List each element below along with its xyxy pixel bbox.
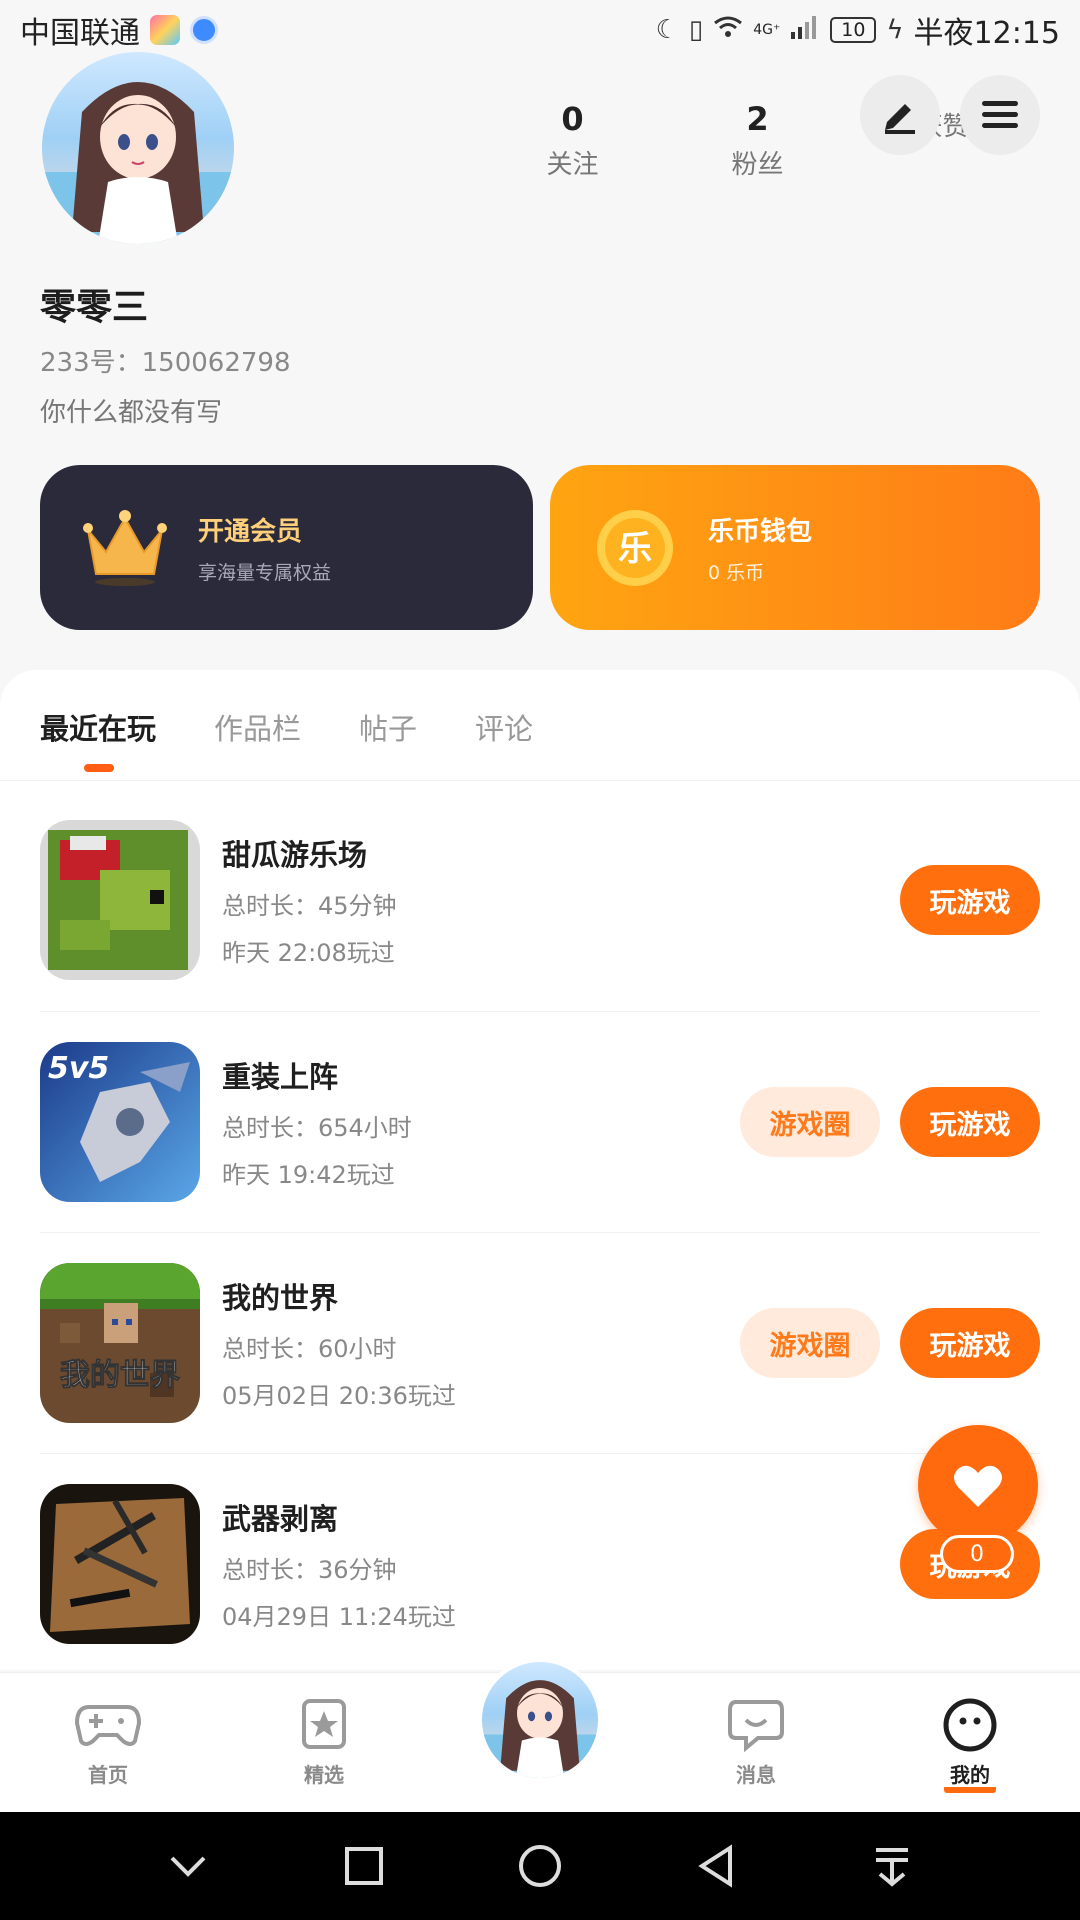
browser-notification-icon <box>190 16 218 44</box>
network-type: 4G⁺ <box>753 22 781 38</box>
tab-posts[interactable]: 帖子 <box>359 706 417 748</box>
center-avatar-button[interactable] <box>478 1658 602 1782</box>
game-duration: 总时长：654小时 <box>222 1114 412 1142</box>
clock: 半夜12:15 <box>913 16 1060 51</box>
nav-featured[interactable]: 精选 <box>264 1695 384 1788</box>
followers-label: 粉丝 <box>731 150 784 180</box>
coin-icon: 乐 <box>590 503 680 593</box>
game-duration: 总时长：45分钟 <box>222 892 397 920</box>
tab-comments[interactable]: 评论 <box>475 706 533 748</box>
game-name: 重装上阵 <box>222 1060 339 1094</box>
wifi-icon <box>713 14 743 47</box>
smile-face-icon <box>935 1695 1005 1755</box>
game-duration: 总时长：60小时 <box>222 1335 397 1363</box>
game-thumbnail <box>40 820 200 980</box>
edit-profile-button[interactable] <box>860 75 940 155</box>
back-button[interactable] <box>688 1838 744 1894</box>
menu-button[interactable] <box>960 75 1040 155</box>
profile-avatar[interactable] <box>42 52 234 244</box>
tab-divider <box>0 780 1080 781</box>
vibrate-icon: ▯ <box>688 15 704 45</box>
followers-count: 2 <box>746 100 769 138</box>
game-last-played: 05月02日 20:36玩过 <box>222 1382 456 1410</box>
chevron-down-icon[interactable] <box>160 1838 216 1894</box>
play-game-button[interactable]: 玩游戏 <box>900 1308 1040 1378</box>
following-label: 关注 <box>546 150 599 180</box>
game-row[interactable]: 5v5 重装上阵 总时长：654小时 昨天 19:42玩过 游戏圈 玩游戏 <box>40 1012 1040 1232</box>
following-count: 0 <box>561 100 584 138</box>
recent-apps-button[interactable] <box>336 1838 392 1894</box>
app-notification-icon <box>150 15 180 45</box>
vip-title: 开通会员 <box>198 516 303 547</box>
like-count-badge: 0 <box>940 1535 1014 1573</box>
profile-stats: 0 关注 2 粉丝 获赞 <box>480 100 1035 181</box>
user-id: 233号：150062798 <box>40 348 291 378</box>
status-bar: 中国联通 ☾ ▯ 4G⁺ 10 ϟ 半夜12:15 <box>0 0 1080 60</box>
carrier-label: 中国联通 <box>20 16 140 51</box>
star-bookmark-icon <box>289 1695 359 1755</box>
game-row[interactable]: 甜瓜游乐场 总时长：45分钟 昨天 22:08玩过 玩游戏 <box>40 790 1040 1010</box>
game-thumbnail <box>40 1484 200 1644</box>
svg-text:乐: 乐 <box>618 529 652 569</box>
vip-membership-card[interactable]: 开通会员 享海量专属权益 <box>40 465 533 630</box>
game-name: 甜瓜游乐场 <box>222 838 368 872</box>
game-last-played: 昨天 19:42玩过 <box>222 1161 395 1189</box>
wallet-card[interactable]: 乐 乐币钱包 0 乐币 <box>550 465 1040 630</box>
game-row[interactable]: 武器剥离 总时长：36分钟 04月29日 11:24玩过 玩游戏 <box>40 1454 1040 1674</box>
svg-text:我的世界: 我的世界 <box>60 1358 180 1393</box>
game-name: 武器剥离 <box>222 1502 339 1536</box>
edit-icon <box>885 104 915 134</box>
game-circle-button[interactable]: 游戏圈 <box>740 1308 880 1378</box>
active-tab-indicator <box>84 764 114 772</box>
tab-recent-played[interactable]: 最近在玩 <box>40 706 156 772</box>
notification-pulldown-button[interactable] <box>864 1838 920 1894</box>
like-float-button[interactable] <box>918 1425 1038 1545</box>
nav-home[interactable]: 首页 <box>48 1695 168 1788</box>
game-last-played: 昨天 22:08玩过 <box>222 939 395 967</box>
game-row[interactable]: 我的世界 我的世界 总时长：60小时 05月02日 20:36玩过 游戏圈 玩游… <box>40 1233 1040 1453</box>
crown-icon <box>80 503 170 593</box>
signal-icon <box>790 13 820 48</box>
game-duration: 总时长：36分钟 <box>222 1556 397 1584</box>
charging-icon: ϟ <box>886 15 904 45</box>
home-button[interactable] <box>512 1838 568 1894</box>
game-circle-button[interactable]: 游戏圈 <box>740 1087 880 1157</box>
svg-text:5v5: 5v5 <box>48 1051 109 1086</box>
game-name: 我的世界 <box>222 1281 339 1315</box>
game-last-played: 04月29日 11:24玩过 <box>222 1603 456 1631</box>
heart-icon <box>954 1465 1002 1507</box>
moon-icon: ☾ <box>655 15 679 45</box>
user-bio[interactable]: 你什么都没有写 <box>40 392 222 429</box>
tab-works[interactable]: 作品栏 <box>214 706 301 748</box>
wallet-balance: 0 乐币 <box>708 561 765 584</box>
profile-tabs: 最近在玩 作品栏 帖子 评论 <box>40 706 533 772</box>
play-game-button[interactable]: 玩游戏 <box>900 1087 1040 1157</box>
nickname: 零零三 <box>40 287 149 328</box>
followers-stat[interactable]: 2 粉丝 <box>665 100 850 181</box>
wallet-title: 乐币钱包 <box>708 516 813 547</box>
system-navigation-bar <box>0 1812 1080 1920</box>
following-stat[interactable]: 0 关注 <box>480 100 665 181</box>
nav-mine[interactable]: 我的 <box>910 1695 1030 1793</box>
game-thumbnail: 我的世界 <box>40 1263 200 1423</box>
vip-subtitle: 享海量专属权益 <box>198 561 332 584</box>
play-game-button[interactable]: 玩游戏 <box>900 865 1040 935</box>
game-thumbnail: 5v5 <box>40 1042 200 1202</box>
battery-icon: 10 <box>830 17 877 43</box>
nav-messages[interactable]: 消息 <box>696 1695 816 1788</box>
hamburger-menu-icon <box>982 101 1018 128</box>
gamepad-icon <box>73 1695 143 1755</box>
chat-icon <box>721 1695 791 1755</box>
